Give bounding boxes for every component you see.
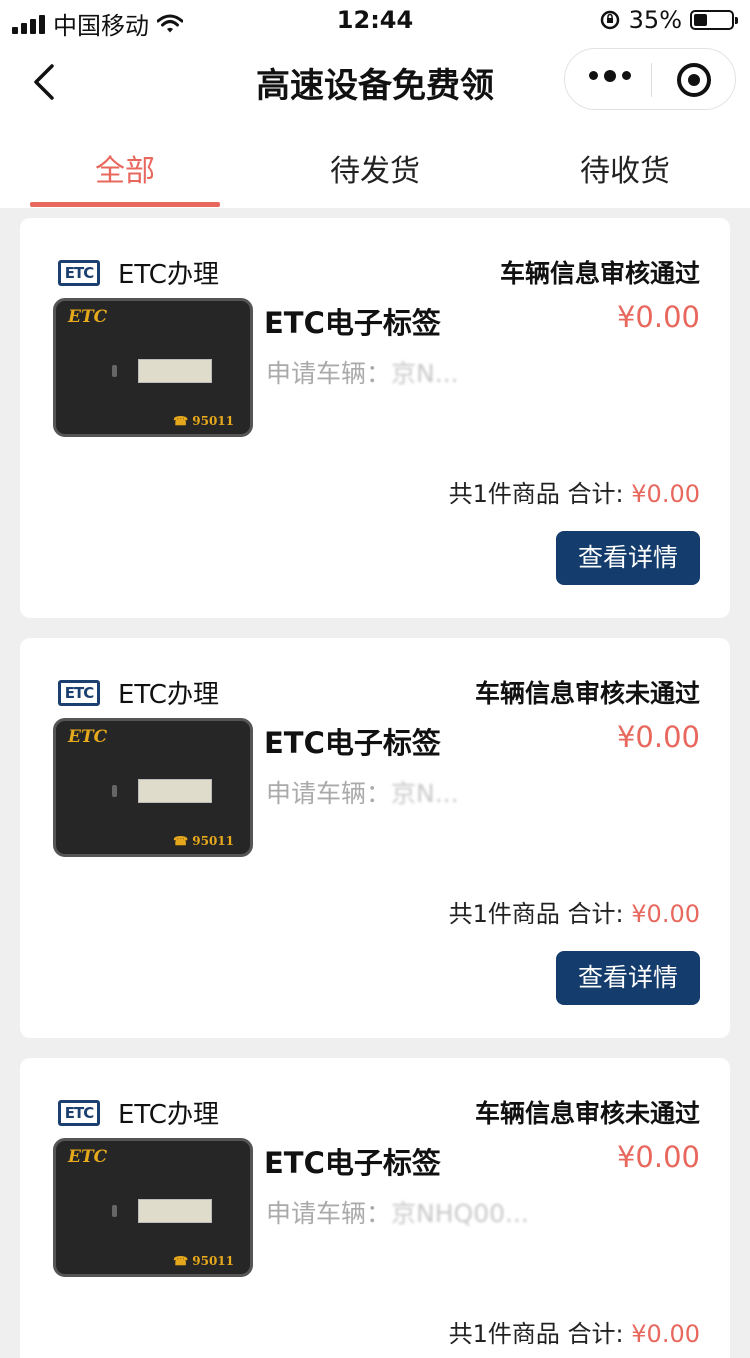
etc-logo-icon: ETC (58, 679, 100, 706)
capsule-divider (651, 63, 652, 97)
product-name: ETC电子标签 (264, 306, 441, 340)
summary-total-label: 合计: (567, 900, 624, 928)
product-name: ETC电子标签 (264, 726, 441, 760)
active-tab-indicator (30, 202, 220, 207)
summary-count: 共1件商品 (448, 480, 560, 508)
rotation-lock-icon (600, 10, 619, 30)
summary-total-label: 合计: (567, 480, 624, 508)
vehicle-label: 申请车辆： (266, 779, 392, 808)
order-summary: 共1件商品 合计: ¥0.00 (449, 474, 700, 509)
card-header: ETC ETC办理 (58, 674, 219, 711)
status-bar: 中国移动 12:44 35% (0, 0, 750, 40)
etc-logo-icon: ETC (58, 259, 100, 286)
vehicle-plate: 京N... (391, 359, 459, 388)
tab-pending-receipt[interactable]: 待收货 (500, 146, 750, 190)
summary-total: ¥0.00 (631, 900, 700, 928)
product-image: ETC ☎ 95011 (53, 718, 253, 857)
mini-program-capsule (564, 48, 736, 110)
vehicle-info: 申请车辆：京N... (266, 774, 459, 810)
order-summary: 共1件商品 合计: ¥0.00 (449, 1314, 700, 1349)
product-image-phone: ☎ 95011 (173, 414, 234, 428)
summary-total-label: 合计: (567, 1320, 624, 1348)
view-details-button[interactable]: 查看详情 (556, 951, 700, 1005)
order-card[interactable]: ETC ETC办理 车辆信息审核未通过 ETC ☎ 95011 ETC电子标签 … (20, 638, 730, 1038)
product-price: ¥0.00 (616, 300, 700, 334)
product-image-brand: ETC (68, 307, 108, 327)
product-name: ETC电子标签 (264, 1146, 441, 1180)
order-category: ETC办理 (118, 260, 219, 290)
order-tabs: 全部 待发货 待收货 (0, 124, 750, 208)
battery-percent: 35% (628, 6, 682, 34)
product-image-phone: ☎ 95011 (173, 834, 234, 848)
navigation-bar: 高速设备免费领 (0, 40, 750, 124)
product-price: ¥0.00 (616, 1140, 700, 1174)
order-status: 车辆信息审核未通过 (474, 1099, 700, 1128)
order-card[interactable]: ETC ETC办理 车辆信息审核未通过 ETC ☎ 95011 ETC电子标签 … (20, 1058, 730, 1358)
tab-all[interactable]: 全部 (0, 146, 250, 190)
order-category: ETC办理 (118, 1100, 219, 1130)
product-image: ETC ☎ 95011 (53, 298, 253, 437)
order-summary: 共1件商品 合计: ¥0.00 (449, 894, 700, 929)
vehicle-label: 申请车辆： (266, 1199, 392, 1228)
order-status: 车辆信息审核未通过 (474, 679, 700, 708)
vehicle-plate: 京NHQ00... (391, 1199, 529, 1228)
order-card[interactable]: ETC ETC办理 车辆信息审核通过 ETC ☎ 95011 ETC电子标签 ¥… (20, 218, 730, 618)
summary-total: ¥0.00 (631, 1320, 700, 1348)
order-status: 车辆信息审核通过 (499, 259, 700, 288)
etc-logo-icon: ETC (58, 1099, 100, 1126)
summary-total: ¥0.00 (631, 480, 700, 508)
vehicle-plate: 京N... (391, 779, 459, 808)
product-image-phone: ☎ 95011 (173, 1254, 234, 1268)
card-header: ETC ETC办理 (58, 254, 219, 291)
more-dots-icon[interactable] (589, 69, 631, 82)
order-category: ETC办理 (118, 680, 219, 710)
tab-pending-shipment[interactable]: 待发货 (250, 146, 500, 190)
battery-icon (690, 10, 738, 30)
product-image-brand: ETC (68, 727, 108, 747)
vehicle-info: 申请车辆：京NHQ00... (266, 1194, 529, 1230)
vehicle-info: 申请车辆：京N... (266, 354, 459, 390)
vehicle-label: 申请车辆： (266, 359, 392, 388)
view-details-button[interactable]: 查看详情 (556, 531, 700, 585)
close-target-icon[interactable] (677, 63, 711, 97)
summary-count: 共1件商品 (448, 1320, 560, 1348)
product-image-brand: ETC (68, 1147, 108, 1167)
card-header: ETC ETC办理 (58, 1094, 219, 1131)
status-right: 35% (599, 6, 738, 34)
product-price: ¥0.00 (616, 720, 700, 754)
product-image: ETC ☎ 95011 (53, 1138, 253, 1277)
summary-count: 共1件商品 (448, 900, 560, 928)
